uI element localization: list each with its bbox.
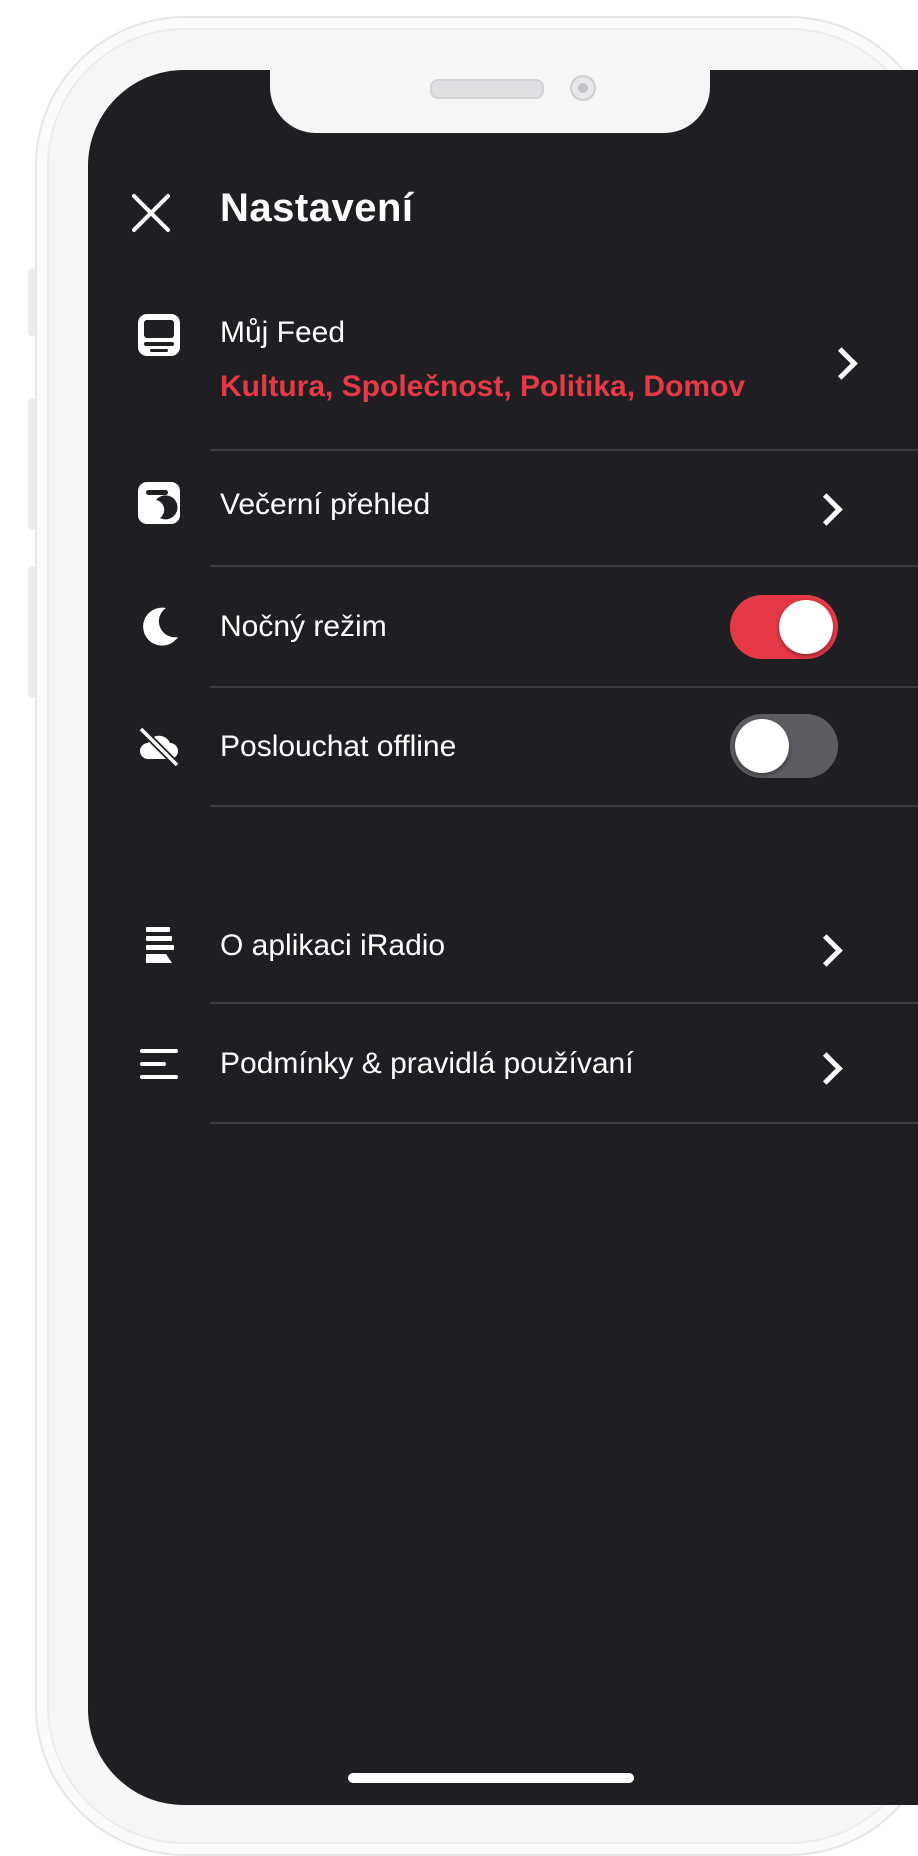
toggle-knob	[779, 600, 833, 654]
offline-label: Poslouchat offline	[220, 730, 457, 763]
divider	[210, 1002, 918, 1004]
toggle-knob	[735, 719, 789, 773]
night-mode-toggle[interactable]	[730, 595, 838, 659]
home-indicator[interactable]	[348, 1773, 634, 1783]
offline-toggle[interactable]	[730, 714, 838, 778]
chevron-right-icon	[815, 490, 841, 530]
front-camera	[570, 75, 596, 101]
divider	[210, 565, 918, 567]
chevron-right-icon	[815, 931, 841, 971]
feed-icon	[136, 312, 182, 358]
document-icon	[136, 923, 182, 969]
page-title: Nastavení	[220, 186, 414, 230]
divider	[210, 686, 918, 688]
settings-item-feed[interactable]: Můj Feed Kultura, Společnost, Politika, …	[88, 300, 918, 448]
list-icon	[136, 1041, 182, 1087]
settings-item-evening-overview[interactable]: Večerní přehled	[88, 452, 918, 564]
about-label: O aplikaci iRadio	[220, 929, 446, 962]
feed-topics: Kultura, Společnost, Politika, Domov	[220, 370, 746, 403]
night-mode-label: Nočný režim	[220, 610, 387, 643]
header	[128, 188, 174, 238]
chevron-right-icon	[830, 344, 856, 384]
chevron-right-icon	[815, 1049, 841, 1089]
speaker	[430, 79, 544, 99]
feed-label: Můj Feed	[220, 316, 346, 349]
close-icon[interactable]	[128, 190, 174, 236]
divider	[210, 1122, 918, 1124]
cloud-off-icon	[136, 723, 182, 769]
divider	[210, 449, 918, 451]
evening-overview-label: Večerní přehled	[220, 488, 431, 521]
terms-label: Podmínky & pravidlá používaní	[220, 1047, 634, 1080]
settings-item-terms[interactable]: Podmínky & pravidlá používaní	[88, 1005, 918, 1123]
divider	[210, 805, 918, 807]
moon-icon	[136, 604, 182, 650]
settings-item-about[interactable]: O aplikaci iRadio	[88, 893, 918, 1003]
evening-overview-icon	[136, 480, 182, 526]
